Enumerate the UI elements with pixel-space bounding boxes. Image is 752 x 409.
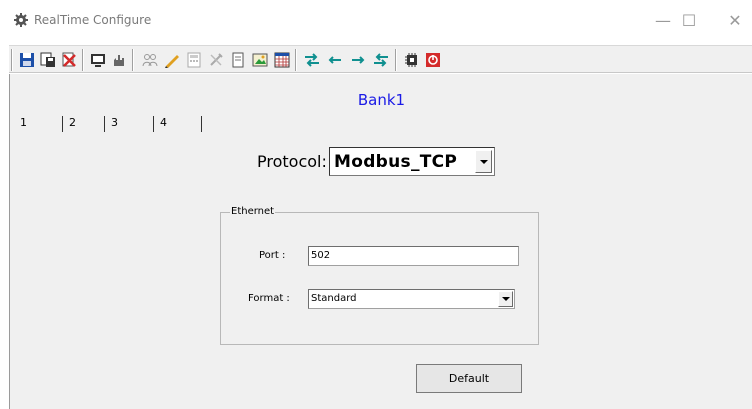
title-bar: RealTime Configure — ☐ ✕ [0,0,752,40]
arrows-both-icon [305,53,319,67]
tab-2[interactable]: 2 [63,116,76,132]
toolbar-separator [295,49,297,71]
monitor-icon [91,54,105,67]
save-button[interactable] [17,50,37,70]
wrench-icon [210,53,223,66]
maximize-icon: ☐ [681,10,697,30]
page-button[interactable] [228,50,248,70]
save-as-button[interactable] [38,50,58,70]
format-value: Standard [311,293,357,304]
calculator-icon [187,52,201,68]
port-field[interactable]: 502 [308,246,519,266]
arrow-left-icon [328,56,341,64]
move-right-button[interactable] [348,50,368,70]
swap-button[interactable] [371,50,391,70]
chip-button[interactable] [402,50,422,70]
chevron-down-icon[interactable] [498,291,513,307]
grid-button[interactable] [272,50,292,70]
tab-1[interactable]: 1 [20,116,27,132]
gear-app-icon [14,13,28,27]
power-icon [426,53,440,67]
toolbar [9,45,752,73]
wrench-button[interactable] [206,50,226,70]
grid-icon [274,52,290,68]
pencil-icon [165,55,179,68]
format-select[interactable]: Standard [308,289,515,309]
format-label: Format : [248,293,290,304]
tab-3[interactable]: 3 [105,116,118,132]
move-both-button[interactable] [302,50,322,70]
toolbar-separator [132,49,134,71]
group-icon [142,54,158,67]
image-icon [252,53,268,67]
main-panel: Bank1 1 2 3 4 Protocol: Modbus_TCP Ether… [9,74,752,409]
move-left-button[interactable] [325,50,345,70]
arrow-right-icon [352,56,365,64]
protocol-label: Protocol: [257,152,327,171]
close-button[interactable]: ✕ [712,4,752,36]
protocol-value: Modbus_TCP [334,152,458,172]
toolbar-separator [82,49,84,71]
delete-icon [62,52,76,67]
delete-button[interactable] [59,50,79,70]
chevron-down-icon[interactable] [475,150,492,173]
group-button[interactable] [140,50,160,70]
ethernet-group-title: Ethernet [230,206,276,217]
maximize-button[interactable]: ☐ [666,4,712,36]
tab-4[interactable]: 4 [154,116,167,132]
chip-icon [405,53,417,67]
toolbar-separator [395,49,397,71]
window-title: RealTime Configure [34,13,152,27]
image-button[interactable] [250,50,270,70]
pencil-button[interactable] [162,50,182,70]
power-button[interactable] [423,50,443,70]
hand-icon [114,55,124,66]
default-button[interactable]: Default [416,364,522,393]
hand-button[interactable] [109,50,129,70]
save-as-icon [40,52,55,67]
save-icon [20,53,34,67]
close-icon: ✕ [728,10,742,30]
tab-divider [201,116,202,132]
toolbar-separator [11,49,13,71]
page-icon [232,52,244,68]
calculator-button[interactable] [184,50,204,70]
arrows-both-icon [374,53,388,67]
monitor-button[interactable] [88,50,108,70]
port-label: Port : [259,250,286,261]
bank-title: Bank1 [357,91,406,109]
protocol-select[interactable]: Modbus_TCP [329,147,495,176]
ethernet-group: Ethernet Port : 502 Format : Standard [220,206,539,345]
